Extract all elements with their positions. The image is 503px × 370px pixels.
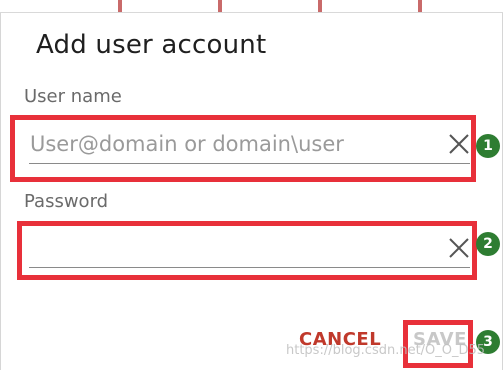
marker-badge-2: 2 xyxy=(476,232,500,256)
strip-mark xyxy=(218,0,222,12)
password-label: Password xyxy=(24,191,109,212)
strip-mark xyxy=(318,0,322,12)
marker-badge-1: 1 xyxy=(476,134,500,158)
highlight-username-box xyxy=(10,115,476,182)
strip-mark xyxy=(118,0,122,12)
watermark-text: https://blog.csdn.net/O_O_D55 xyxy=(286,343,486,358)
highlight-password-box xyxy=(17,221,477,280)
dialog-left-border xyxy=(0,13,1,370)
window-top-strip xyxy=(0,0,503,13)
strip-mark xyxy=(418,0,422,12)
username-label: User name xyxy=(24,86,122,107)
dialog-title: Add user account xyxy=(36,30,267,60)
